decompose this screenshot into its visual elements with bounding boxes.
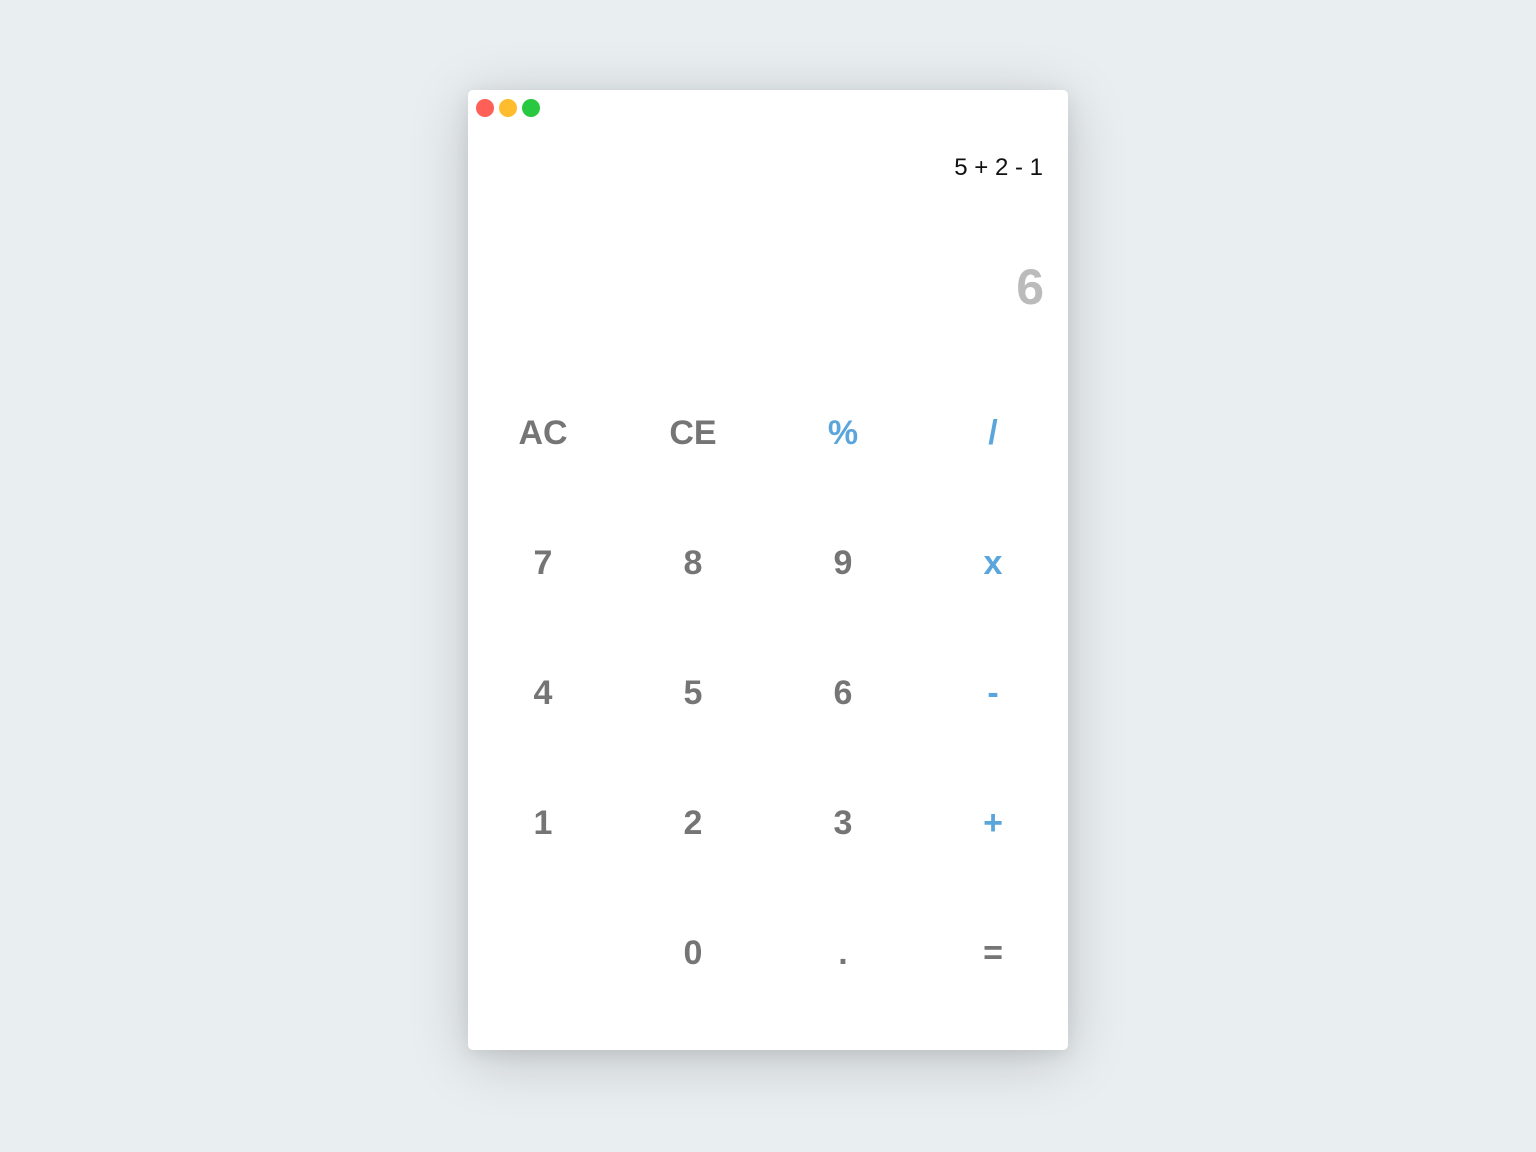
window-controls [476,99,540,117]
multiply-button[interactable]: x [918,498,1068,628]
result-display: 6 [1016,259,1044,315]
digit-1-button[interactable]: 1 [468,758,618,888]
empty-key-slot [468,888,618,1018]
close-button[interactable] [476,99,494,117]
digit-0-button[interactable]: 0 [618,888,768,1018]
digit-5-button[interactable]: 5 [618,628,768,758]
digit-8-button[interactable]: 8 [618,498,768,628]
subtract-button[interactable]: - [918,628,1068,758]
keypad: AC CE % / 7 8 9 x 4 5 6 - 1 2 3 + 0 . = [468,368,1068,1018]
calculator-window: 5 + 2 - 1 6 AC CE % / 7 8 9 x 4 5 6 - 1 … [468,90,1068,1050]
minimize-button[interactable] [499,99,517,117]
decimal-button[interactable]: . [768,888,918,1018]
divide-button[interactable]: / [918,368,1068,498]
digit-4-button[interactable]: 4 [468,628,618,758]
equals-button[interactable]: = [918,888,1068,1018]
digit-3-button[interactable]: 3 [768,758,918,888]
digit-6-button[interactable]: 6 [768,628,918,758]
all-clear-button[interactable]: AC [468,368,618,498]
digit-9-button[interactable]: 9 [768,498,918,628]
clear-entry-button[interactable]: CE [618,368,768,498]
expression-display: 5 + 2 - 1 [954,154,1043,181]
digit-2-button[interactable]: 2 [618,758,768,888]
maximize-button[interactable] [522,99,540,117]
percent-button[interactable]: % [768,368,918,498]
digit-7-button[interactable]: 7 [468,498,618,628]
add-button[interactable]: + [918,758,1068,888]
